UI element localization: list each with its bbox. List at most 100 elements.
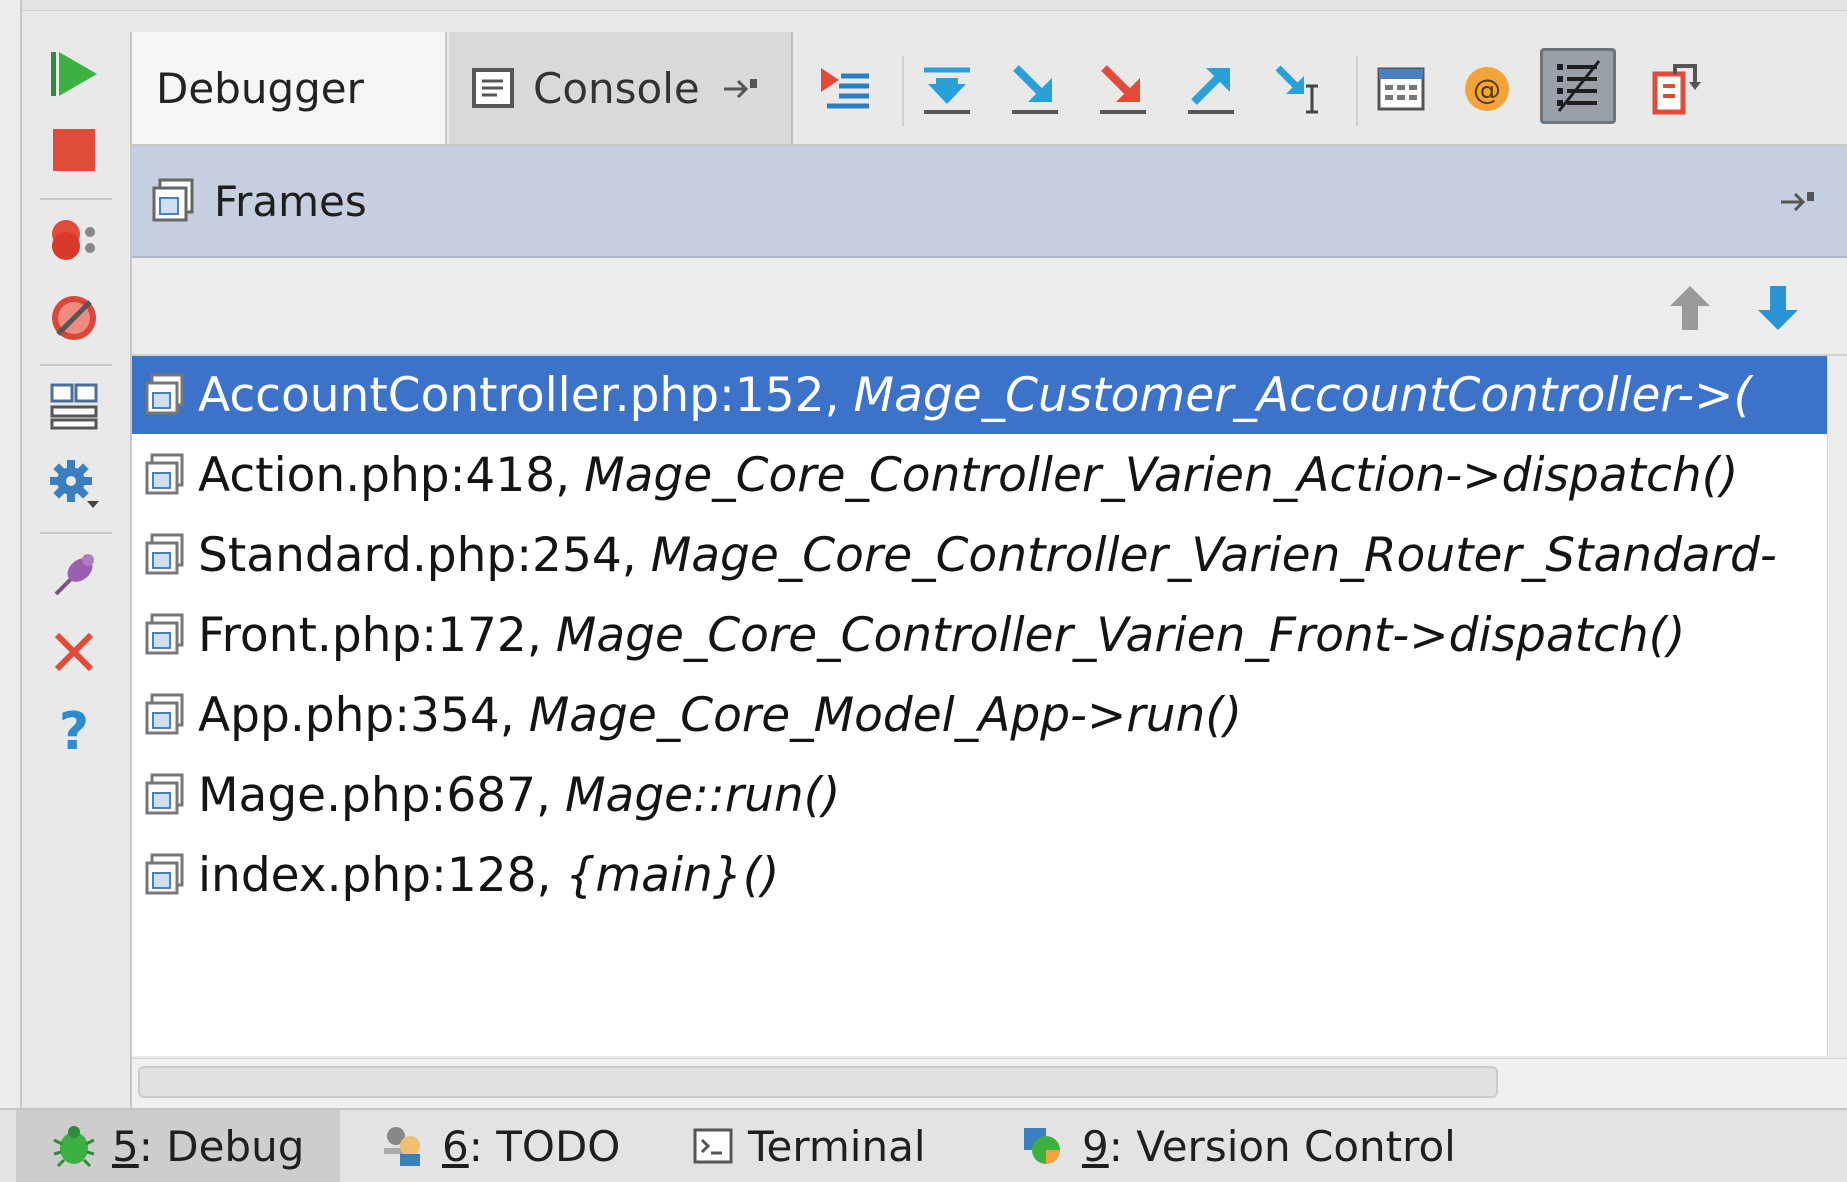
frame-row-1[interactable]: Action.php:418, Mage_Core_Controller_Var… bbox=[132, 436, 1827, 514]
pin-icon bbox=[54, 554, 94, 596]
breakpoints-icon bbox=[52, 220, 95, 260]
frame-method: Mage::run() bbox=[564, 767, 841, 823]
tool-tab-terminal[interactable]: Terminal bbox=[692, 1110, 926, 1182]
tool-tab-number: 5 bbox=[112, 1121, 139, 1171]
debug-left-toolbar: ? bbox=[22, 32, 132, 1108]
close-icon bbox=[54, 632, 94, 672]
pin-panel-icon[interactable] bbox=[1779, 186, 1819, 216]
svg-text:@: @ bbox=[1473, 73, 1501, 106]
stack-frame-icon bbox=[145, 373, 184, 415]
frame-location: Standard.php:254, bbox=[198, 527, 637, 583]
stop-icon bbox=[53, 129, 95, 171]
frame-method: {main}() bbox=[565, 847, 780, 903]
step-out-button[interactable] bbox=[1178, 56, 1244, 122]
toolbar-separator bbox=[40, 364, 112, 366]
next-frame-down-icon[interactable] bbox=[1756, 284, 1800, 332]
frames-list[interactable]: AccountController.php:152, Mage_Customer… bbox=[132, 356, 1827, 1056]
step-out-icon bbox=[1188, 68, 1234, 114]
tool-tab-label: Terminal bbox=[748, 1121, 926, 1171]
frame-row-5[interactable]: Mage.php:687, Mage::run() bbox=[132, 756, 1827, 834]
help-icon: ? bbox=[59, 703, 89, 757]
list-filter-icon bbox=[1557, 60, 1601, 112]
tool-tab-label: : TODO bbox=[468, 1121, 621, 1171]
tool-tab-number: 9 bbox=[1082, 1121, 1109, 1171]
help-button[interactable]: ? bbox=[42, 698, 106, 762]
stack-frame-icon bbox=[145, 693, 184, 735]
frames-vertical-scrollbar[interactable] bbox=[1827, 356, 1847, 1056]
tool-tab-number: 6 bbox=[442, 1121, 469, 1171]
show-execution-point-icon bbox=[821, 68, 869, 109]
resume-program-button[interactable] bbox=[42, 42, 106, 106]
tab-debugger[interactable]: Debugger bbox=[132, 32, 447, 144]
version-control-icon bbox=[1024, 1128, 1060, 1164]
step-into-button[interactable] bbox=[1002, 56, 1068, 122]
view-breakpoints-button[interactable] bbox=[42, 208, 106, 272]
frame-row-2[interactable]: Standard.php:254, Mage_Core_Controller_V… bbox=[132, 516, 1827, 594]
show-execution-point-button[interactable] bbox=[812, 56, 878, 122]
tool-tab-todo[interactable]: 6: TODO bbox=[380, 1110, 620, 1182]
frame-method: Mage_Customer_AccountController->( bbox=[853, 367, 1752, 423]
frames-panel-title: Frames bbox=[214, 176, 367, 226]
window-left-edge bbox=[0, 0, 22, 1108]
frame-method: Mage_Core_Controller_Varien_Front->dispa… bbox=[555, 607, 1686, 663]
frame-location: index.php:128, bbox=[198, 847, 552, 903]
stack-frame-icon bbox=[145, 773, 184, 815]
frames-icon bbox=[152, 178, 194, 222]
tab-debugger-label: Debugger bbox=[156, 63, 364, 113]
mute-breakpoints-button[interactable] bbox=[42, 286, 106, 350]
frame-method: Mage_Core_Controller_Varien_Action->disp… bbox=[584, 447, 1739, 503]
frame-row-4[interactable]: App.php:354, Mage_Core_Model_App->run() bbox=[132, 676, 1827, 754]
stack-frame-icon bbox=[145, 533, 184, 575]
gear-icon bbox=[50, 460, 99, 508]
frame-location: Mage.php:687, bbox=[198, 767, 551, 823]
frame-row-6[interactable]: index.php:128, {main}() bbox=[132, 836, 1827, 914]
frame-method: Mage_Core_Controller_Varien_Router_Stand… bbox=[650, 527, 1777, 583]
force-step-into-icon bbox=[1100, 65, 1146, 114]
step-over-button[interactable] bbox=[914, 56, 980, 122]
php-debug-button[interactable]: @ bbox=[1454, 56, 1520, 122]
run-to-cursor-icon bbox=[1275, 65, 1318, 114]
step-over-icon bbox=[924, 67, 970, 114]
frame-location: AccountController.php:152, bbox=[198, 367, 840, 423]
tab-console[interactable]: Console bbox=[449, 32, 793, 144]
tab-console-label: Console bbox=[533, 63, 700, 113]
frame-location: Front.php:172, bbox=[198, 607, 542, 663]
export-threads-button[interactable] bbox=[1642, 56, 1708, 122]
restore-layout-button[interactable] bbox=[42, 374, 106, 438]
pin-tab-button[interactable] bbox=[42, 542, 106, 606]
pin-tab-icon[interactable] bbox=[722, 73, 760, 103]
horizontal-scrollbar-thumb[interactable] bbox=[138, 1066, 1498, 1098]
toolbar-separator bbox=[902, 56, 904, 126]
todo-icon bbox=[384, 1127, 420, 1166]
tool-tab-debug[interactable]: 5: Debug bbox=[16, 1110, 340, 1182]
stack-frame-icon bbox=[145, 453, 184, 495]
toolbar-separator bbox=[40, 198, 112, 200]
window-top-strip bbox=[0, 0, 1847, 11]
at-sign-icon: @ bbox=[1465, 67, 1509, 111]
tool-window-bar: 5: Debug 6: TODO Terminal 9: Version Con… bbox=[0, 1108, 1847, 1182]
settings-button[interactable] bbox=[42, 452, 106, 516]
toolbar-separator bbox=[40, 532, 112, 534]
frame-location: App.php:354, bbox=[198, 687, 515, 743]
force-step-into-button[interactable] bbox=[1090, 56, 1156, 122]
frame-row-0[interactable]: AccountController.php:152, Mage_Customer… bbox=[132, 356, 1827, 434]
console-icon bbox=[472, 68, 514, 108]
stack-frame-icon bbox=[145, 613, 184, 655]
collapse-frames-button[interactable] bbox=[1540, 48, 1616, 124]
run-to-cursor-button[interactable] bbox=[1266, 56, 1332, 122]
evaluate-expression-button[interactable] bbox=[1368, 56, 1434, 122]
stack-frame-icon bbox=[145, 853, 184, 895]
tool-tab-label: : Version Control bbox=[1108, 1121, 1456, 1171]
tool-tab-version-control[interactable]: 9: Version Control bbox=[1020, 1110, 1456, 1182]
calculator-icon bbox=[1377, 67, 1425, 111]
step-into-icon bbox=[1012, 65, 1058, 114]
tool-tab-label: : Debug bbox=[138, 1121, 305, 1171]
toolbar-separator bbox=[1356, 56, 1358, 126]
close-debug-button[interactable] bbox=[42, 620, 106, 684]
layout-icon bbox=[50, 383, 98, 430]
frame-location: Action.php:418, bbox=[198, 447, 571, 503]
frame-row-3[interactable]: Front.php:172, Mage_Core_Controller_Vari… bbox=[132, 596, 1827, 674]
resume-icon bbox=[51, 52, 97, 96]
stop-button[interactable] bbox=[42, 118, 106, 182]
previous-frame-up-icon[interactable] bbox=[1668, 284, 1712, 332]
